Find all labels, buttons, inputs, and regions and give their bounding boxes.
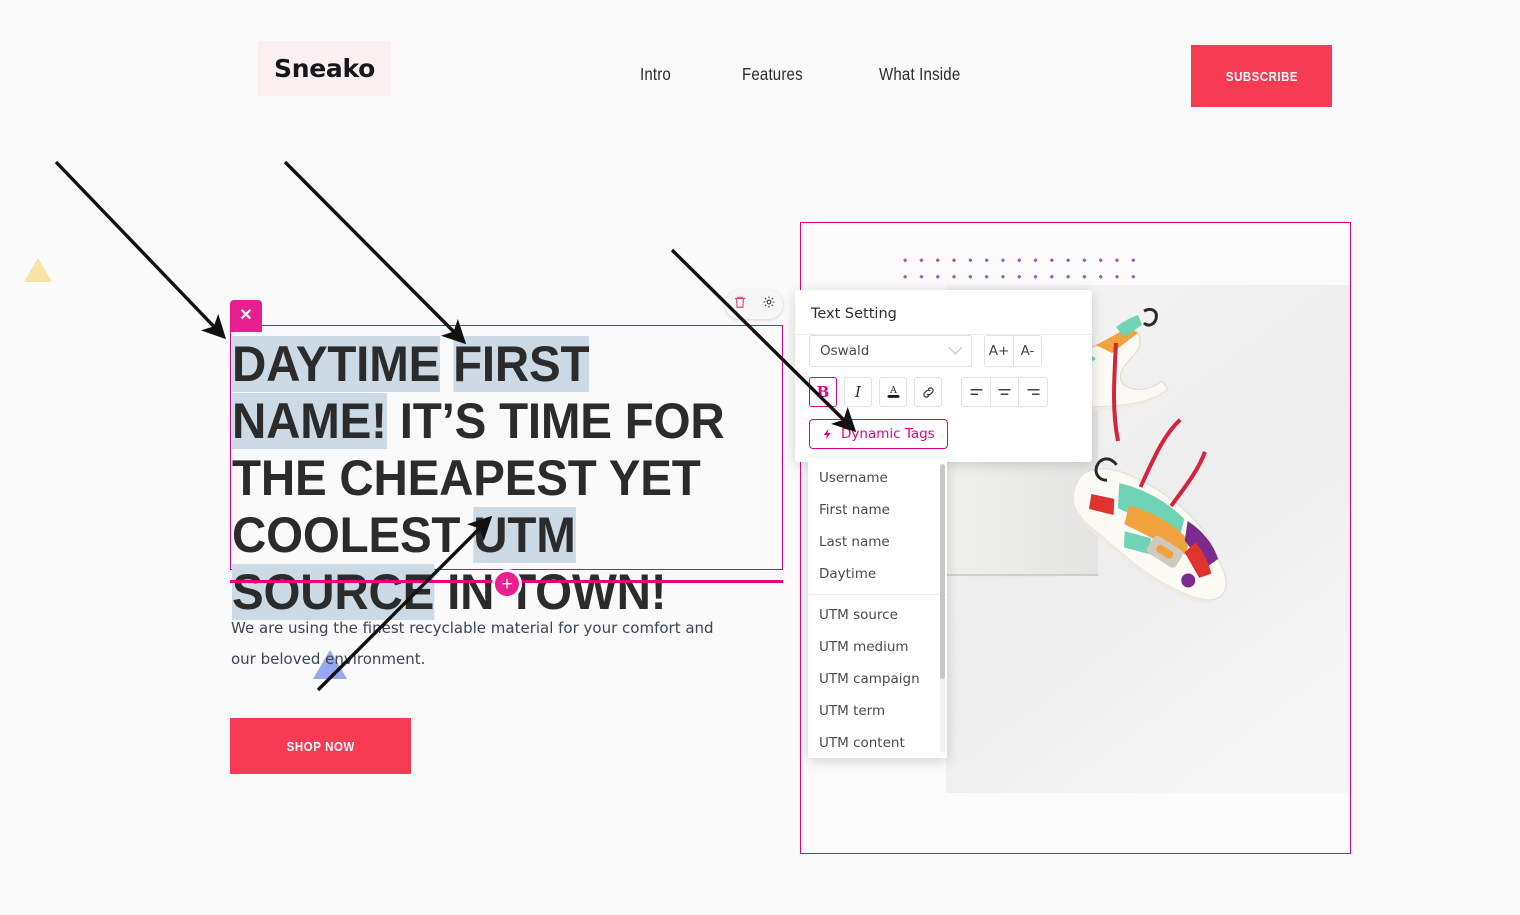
- align-right-icon: [1027, 389, 1039, 395]
- italic-button[interactable]: I: [844, 377, 872, 407]
- gear-icon[interactable]: [762, 295, 776, 314]
- tag-item-utm-term[interactable]: UTM term: [808, 695, 947, 727]
- text-setting-panel[interactable]: Text Setting Oswald A+ A- B I A Dynamic …: [795, 290, 1092, 462]
- dynamic-tags-menu[interactable]: Username First name Last name Daytime UT…: [808, 458, 947, 758]
- close-icon: ✕: [239, 307, 253, 324]
- headline-static-end: IN TOWN!: [434, 564, 667, 620]
- align-left-button[interactable]: [961, 377, 990, 407]
- font-size-controls: A+ A-: [984, 335, 1042, 367]
- tag-item-first-name[interactable]: First name: [808, 494, 947, 526]
- font-size-decrease-button[interactable]: A-: [1013, 335, 1042, 367]
- align-right-button[interactable]: [1019, 377, 1048, 407]
- headline-space-1: [440, 336, 453, 392]
- hero-body-text[interactable]: We are using the finest recyclable mater…: [231, 613, 741, 675]
- logo-text: Sneako: [274, 54, 375, 83]
- font-family-value: Oswald: [820, 343, 870, 359]
- nav-item-what-inside[interactable]: What Inside: [879, 64, 960, 85]
- page-root: Sneako Intro Features What Inside SUBSCR…: [0, 0, 1520, 915]
- shop-now-label: SHOP NOW: [286, 738, 355, 754]
- text-setting-title: Text Setting: [811, 306, 897, 322]
- tag-item-utm-medium[interactable]: UTM medium: [808, 631, 947, 663]
- tag-item-daytime[interactable]: Daytime: [808, 558, 947, 590]
- element-toolbar[interactable]: [725, 290, 783, 319]
- dynamic-tags-label: Dynamic Tags: [841, 426, 935, 442]
- text-align-controls: [961, 377, 1048, 407]
- font-size-increase-button[interactable]: A+: [984, 335, 1013, 367]
- align-center-button[interactable]: [990, 377, 1019, 407]
- main-navigation: Intro Features What Inside: [640, 64, 973, 85]
- headline-token-daytime: DAYTIME: [232, 336, 441, 392]
- arrow-to-first-name-token: [283, 160, 467, 345]
- tag-item-username[interactable]: Username: [808, 462, 947, 494]
- shop-now-button[interactable]: SHOP NOW: [230, 718, 411, 774]
- purple-dot-grid-decoration: [897, 252, 1147, 286]
- insert-link-button[interactable]: [914, 377, 942, 407]
- plus-icon: +: [501, 573, 513, 595]
- link-icon: [922, 386, 934, 398]
- tag-item-utm-campaign[interactable]: UTM campaign: [808, 663, 947, 695]
- lightning-bolt-icon: [823, 428, 831, 440]
- decorative-triangle-yellow: [24, 258, 52, 282]
- site-logo[interactable]: Sneako: [258, 41, 391, 96]
- font-color-button[interactable]: A: [879, 377, 907, 407]
- dynamic-tags-button[interactable]: Dynamic Tags: [809, 419, 948, 449]
- bold-button[interactable]: B: [809, 377, 837, 407]
- add-block-button[interactable]: +: [492, 569, 522, 599]
- font-color-icon: A: [887, 385, 899, 398]
- tag-item-utm-source[interactable]: UTM source: [808, 599, 947, 631]
- tag-item-utm-content[interactable]: UTM content: [808, 727, 947, 759]
- tags-menu-scroll-thumb[interactable]: [940, 464, 945, 679]
- align-center-icon: [998, 389, 1011, 395]
- arrow-to-daytime-token: [54, 160, 227, 340]
- close-block-button[interactable]: ✕: [230, 300, 262, 332]
- svg-text:A: A: [889, 385, 897, 396]
- tags-menu-separator: [808, 594, 947, 595]
- align-left-icon: [970, 389, 982, 395]
- nav-item-features[interactable]: Features: [742, 64, 803, 85]
- subscribe-button[interactable]: SUBSCRIBE: [1191, 45, 1332, 107]
- text-format-controls: B I A: [809, 377, 1048, 407]
- subscribe-label: SUBSCRIBE: [1225, 68, 1298, 84]
- font-family-select[interactable]: Oswald: [809, 335, 972, 367]
- trash-icon[interactable]: [733, 295, 747, 314]
- tag-item-last-name[interactable]: Last name: [808, 526, 947, 558]
- nav-item-intro[interactable]: Intro: [640, 64, 671, 85]
- tags-menu-scrollbar[interactable]: [940, 464, 945, 752]
